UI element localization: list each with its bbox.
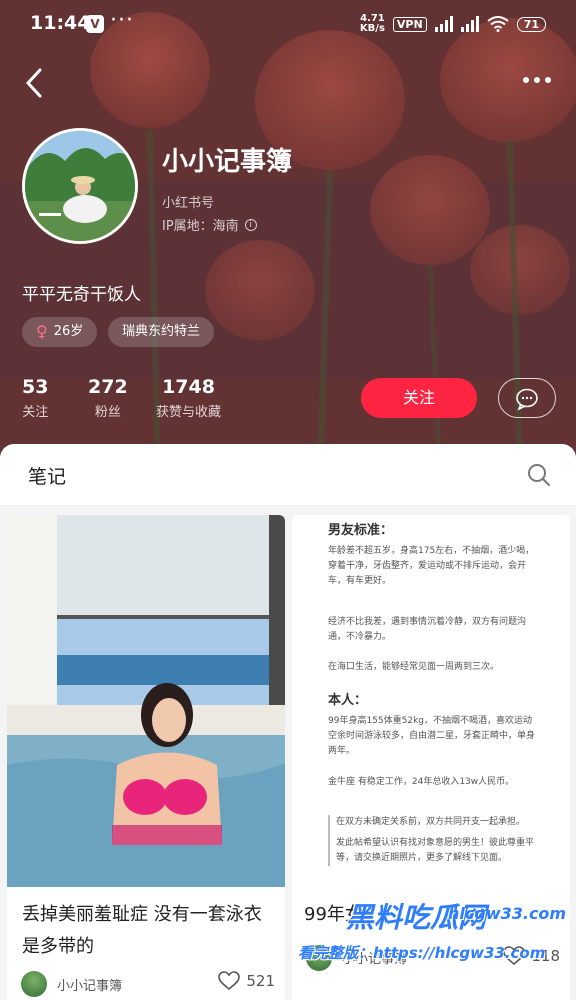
more-options-icon[interactable] (520, 66, 554, 94)
heart-icon (218, 971, 241, 991)
profile-header: 11:44 V ··· 4.71 KB/s VPN 71 小小记事簿 小红书号 … (0, 0, 576, 470)
app-notification-icon: V (86, 15, 104, 33)
like-button[interactable]: 521 (218, 971, 275, 991)
profile-name: 小小记事簿 (162, 147, 293, 177)
tab-notes[interactable]: 笔记 (28, 462, 66, 489)
info-icon[interactable]: i (244, 218, 257, 231)
female-icon: ♀ (36, 322, 48, 341)
vpn-indicator: VPN (392, 16, 427, 32)
notes-feed: 丢掉美丽羞耻症 没有一套泳衣是多带的 小小记事簿 521 男友标准： 年龄差不超… (0, 506, 576, 1000)
doc-paragraph: 在海口生活，能够经常见面一周两到三次。 (328, 662, 500, 672)
doc-paragraph: 年龄差不超五岁，身高175左右，不抽烟，酒少喝，穿着干净，牙齿整齐，爱运动或不排… (328, 546, 535, 586)
battery-indicator: 71 (516, 16, 546, 32)
stat-followers[interactable]: 272 粉丝 (88, 376, 128, 420)
avatar[interactable] (22, 128, 138, 244)
doc-paragraph: 经济不比我差，遇到事情沉着冷静，双方有问题沟通，不冷暴力。 (328, 617, 527, 642)
watermark-url: 看完整版：https://hlcgw33.com (298, 944, 546, 962)
doc-note: 在双方未确定关系前，双方共同开支一起承担。 发此帖希望认识有找对象意愿的男生！彼… (328, 815, 538, 866)
follow-button[interactable]: 关注 (361, 378, 477, 418)
search-icon[interactable] (526, 462, 552, 488)
note-author[interactable]: 小小记事簿 (21, 971, 122, 997)
signal-icon (434, 16, 453, 32)
profile-id[interactable]: 小红书号 (162, 192, 214, 211)
signal-icon-2 (460, 16, 479, 32)
chat-bubble-icon (516, 388, 538, 411)
watermark-site: hlcgw33.com (448, 904, 567, 923)
more-notifications-icon: ··· (110, 8, 134, 33)
note-cover-document: 男友标准： 年龄差不超五岁，身高175左右，不抽烟，酒少喝，穿着干净，牙齿整齐，… (312, 515, 548, 887)
avatar-photo (25, 131, 135, 241)
doc-heading-criteria: 男友标准： (328, 523, 394, 538)
message-button[interactable] (498, 378, 556, 418)
note-cover-image (7, 515, 285, 887)
note-card[interactable]: 丢掉美丽羞耻症 没有一套泳衣是多带的 小小记事簿 521 (7, 515, 285, 1000)
wifi-icon (487, 16, 509, 32)
stat-likes-collects[interactable]: 1748 获赞与收藏 (156, 376, 221, 420)
age-tag: ♀ 26岁 (22, 317, 98, 347)
doc-paragraph: 金牛座 有稳定工作，24年总收入13w人民币。 (328, 777, 515, 787)
stat-following[interactable]: 53 关注 (22, 376, 48, 420)
back-arrow-icon[interactable] (22, 66, 46, 100)
location-tag: 瑞典东约特兰 (108, 317, 215, 347)
status-time: 11:44 (30, 12, 91, 34)
doc-heading-self: 本人： (328, 693, 368, 708)
pool-photo (7, 515, 285, 887)
doc-paragraph: 99年身高155体重52kg，不抽烟不喝酒，喜欢运动空余时间游泳较多，自由潜二星… (328, 716, 536, 756)
note-title: 丢掉美丽羞耻症 没有一套泳衣是多带的 (22, 904, 262, 957)
notes-tab-bar: 笔记 (0, 444, 576, 506)
status-bar: 11:44 V ··· 4.71 KB/s VPN 71 (0, 0, 576, 50)
author-avatar (21, 971, 47, 997)
ip-location: IP属地：海南 i (162, 215, 257, 234)
network-speed: 4.71 KB/s (359, 13, 385, 34)
profile-bio: 平平无奇干饭人 (22, 285, 141, 305)
